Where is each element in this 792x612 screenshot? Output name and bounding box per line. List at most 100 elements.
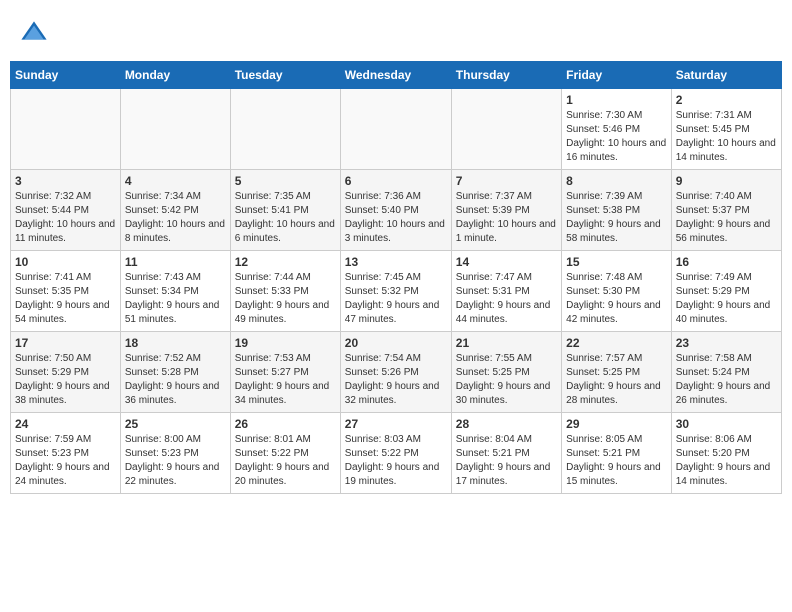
day-number: 19	[235, 336, 336, 350]
day-number: 8	[566, 174, 667, 188]
weekday-header: Saturday	[671, 62, 781, 89]
day-info: Sunrise: 8:04 AM Sunset: 5:21 PM Dayligh…	[456, 433, 557, 489]
weekday-header: Thursday	[451, 62, 561, 89]
calendar-cell: 26 Sunrise: 8:01 AM Sunset: 5:22 PM Dayli…	[230, 413, 340, 494]
day-number: 21	[456, 336, 557, 350]
day-number: 10	[15, 255, 116, 269]
day-number: 3	[15, 174, 116, 188]
calendar-week-row: 3 Sunrise: 7:32 AM Sunset: 5:44 PM Daylig…	[11, 170, 782, 251]
calendar-week-row: 24 Sunrise: 7:59 AM Sunset: 5:23 PM Dayli…	[11, 413, 782, 494]
calendar: SundayMondayTuesdayWednesdayThursdayFrid…	[10, 61, 782, 494]
day-info: Sunrise: 7:47 AM Sunset: 5:31 PM Dayligh…	[456, 271, 557, 327]
day-number: 2	[676, 93, 777, 107]
day-number: 16	[676, 255, 777, 269]
calendar-cell: 23 Sunrise: 7:58 AM Sunset: 5:24 PM Dayli…	[671, 332, 781, 413]
day-info: Sunrise: 8:01 AM Sunset: 5:22 PM Dayligh…	[235, 433, 336, 489]
day-number: 20	[345, 336, 447, 350]
day-number: 15	[566, 255, 667, 269]
logo	[20, 20, 52, 48]
day-info: Sunrise: 8:05 AM Sunset: 5:21 PM Dayligh…	[566, 433, 667, 489]
day-number: 26	[235, 417, 336, 431]
calendar-cell: 3 Sunrise: 7:32 AM Sunset: 5:44 PM Daylig…	[11, 170, 121, 251]
calendar-cell: 8 Sunrise: 7:39 AM Sunset: 5:38 PM Daylig…	[562, 170, 672, 251]
day-info: Sunrise: 7:54 AM Sunset: 5:26 PM Dayligh…	[345, 352, 447, 408]
calendar-cell: 2 Sunrise: 7:31 AM Sunset: 5:45 PM Daylig…	[671, 89, 781, 170]
day-number: 27	[345, 417, 447, 431]
weekday-header: Monday	[120, 62, 230, 89]
calendar-cell: 21 Sunrise: 7:55 AM Sunset: 5:25 PM Dayli…	[451, 332, 561, 413]
calendar-cell	[340, 89, 451, 170]
page-header	[10, 10, 782, 53]
day-info: Sunrise: 7:49 AM Sunset: 5:29 PM Dayligh…	[676, 271, 777, 327]
calendar-cell: 4 Sunrise: 7:34 AM Sunset: 5:42 PM Daylig…	[120, 170, 230, 251]
calendar-cell	[11, 89, 121, 170]
day-number: 23	[676, 336, 777, 350]
calendar-cell: 6Sunrise: 7:36 AM Sunset: 5:40 PM Daylig…	[340, 170, 451, 251]
day-info: Sunrise: 7:30 AM Sunset: 5:46 PM Dayligh…	[566, 109, 667, 165]
day-info: Sunrise: 7:40 AM Sunset: 5:37 PM Dayligh…	[676, 190, 777, 246]
calendar-cell: 25 Sunrise: 8:00 AM Sunset: 5:23 PM Dayli…	[120, 413, 230, 494]
day-info: Sunrise: 7:43 AM Sunset: 5:34 PM Dayligh…	[125, 271, 226, 327]
calendar-cell: 16 Sunrise: 7:49 AM Sunset: 5:29 PM Dayli…	[671, 251, 781, 332]
calendar-cell: 12Sunrise: 7:44 AM Sunset: 5:33 PM Dayli…	[230, 251, 340, 332]
day-info: Sunrise: 7:35 AM Sunset: 5:41 PM Dayligh…	[235, 190, 336, 246]
day-number: 30	[676, 417, 777, 431]
day-number: 17	[15, 336, 116, 350]
day-number: 22	[566, 336, 667, 350]
calendar-cell: 13 Sunrise: 7:45 AM Sunset: 5:32 PM Dayli…	[340, 251, 451, 332]
day-info: Sunrise: 7:31 AM Sunset: 5:45 PM Dayligh…	[676, 109, 777, 165]
calendar-cell: 1 Sunrise: 7:30 AM Sunset: 5:46 PM Daylig…	[562, 89, 672, 170]
weekday-header: Friday	[562, 62, 672, 89]
day-number: 18	[125, 336, 226, 350]
calendar-week-row: 10 Sunrise: 7:41 AM Sunset: 5:35 PM Dayli…	[11, 251, 782, 332]
day-number: 28	[456, 417, 557, 431]
day-info: Sunrise: 7:45 AM Sunset: 5:32 PM Dayligh…	[345, 271, 447, 327]
day-info: Sunrise: 7:34 AM Sunset: 5:42 PM Dayligh…	[125, 190, 226, 246]
day-number: 7	[456, 174, 557, 188]
day-number: 4	[125, 174, 226, 188]
day-number: 14	[456, 255, 557, 269]
calendar-cell: 20 Sunrise: 7:54 AM Sunset: 5:26 PM Dayli…	[340, 332, 451, 413]
weekday-header: Wednesday	[340, 62, 451, 89]
weekday-header: Sunday	[11, 62, 121, 89]
calendar-week-row: 1 Sunrise: 7:30 AM Sunset: 5:46 PM Daylig…	[11, 89, 782, 170]
day-number: 29	[566, 417, 667, 431]
day-info: Sunrise: 7:37 AM Sunset: 5:39 PM Dayligh…	[456, 190, 557, 246]
day-info: Sunrise: 8:00 AM Sunset: 5:23 PM Dayligh…	[125, 433, 226, 489]
calendar-cell: 30 Sunrise: 8:06 AM Sunset: 5:20 PM Dayli…	[671, 413, 781, 494]
calendar-cell	[230, 89, 340, 170]
day-info: Sunrise: 8:03 AM Sunset: 5:22 PM Dayligh…	[345, 433, 447, 489]
calendar-cell: 19Sunrise: 7:53 AM Sunset: 5:27 PM Dayli…	[230, 332, 340, 413]
day-info: Sunrise: 7:50 AM Sunset: 5:29 PM Dayligh…	[15, 352, 116, 408]
calendar-week-row: 17 Sunrise: 7:50 AM Sunset: 5:29 PM Dayli…	[11, 332, 782, 413]
calendar-cell: 9Sunrise: 7:40 AM Sunset: 5:37 PM Daylig…	[671, 170, 781, 251]
weekday-header-row: SundayMondayTuesdayWednesdayThursdayFrid…	[11, 62, 782, 89]
day-info: Sunrise: 7:57 AM Sunset: 5:25 PM Dayligh…	[566, 352, 667, 408]
day-info: Sunrise: 7:44 AM Sunset: 5:33 PM Dayligh…	[235, 271, 336, 327]
day-info: Sunrise: 7:59 AM Sunset: 5:23 PM Dayligh…	[15, 433, 116, 489]
calendar-cell: 7 Sunrise: 7:37 AM Sunset: 5:39 PM Daylig…	[451, 170, 561, 251]
day-number: 5	[235, 174, 336, 188]
day-info: Sunrise: 7:41 AM Sunset: 5:35 PM Dayligh…	[15, 271, 116, 327]
day-number: 24	[15, 417, 116, 431]
day-number: 1	[566, 93, 667, 107]
day-number: 25	[125, 417, 226, 431]
logo-icon	[20, 20, 48, 48]
day-info: Sunrise: 7:39 AM Sunset: 5:38 PM Dayligh…	[566, 190, 667, 246]
calendar-cell: 29 Sunrise: 8:05 AM Sunset: 5:21 PM Dayli…	[562, 413, 672, 494]
calendar-cell: 14 Sunrise: 7:47 AM Sunset: 5:31 PM Dayli…	[451, 251, 561, 332]
calendar-cell: 22 Sunrise: 7:57 AM Sunset: 5:25 PM Dayli…	[562, 332, 672, 413]
day-info: Sunrise: 8:06 AM Sunset: 5:20 PM Dayligh…	[676, 433, 777, 489]
calendar-cell: 28 Sunrise: 8:04 AM Sunset: 5:21 PM Dayli…	[451, 413, 561, 494]
calendar-cell: 24 Sunrise: 7:59 AM Sunset: 5:23 PM Dayli…	[11, 413, 121, 494]
day-number: 13	[345, 255, 447, 269]
day-number: 6	[345, 174, 447, 188]
calendar-cell: 5 Sunrise: 7:35 AM Sunset: 5:41 PM Daylig…	[230, 170, 340, 251]
day-info: Sunrise: 7:32 AM Sunset: 5:44 PM Dayligh…	[15, 190, 116, 246]
day-info: Sunrise: 7:55 AM Sunset: 5:25 PM Dayligh…	[456, 352, 557, 408]
calendar-cell: 27 Sunrise: 8:03 AM Sunset: 5:22 PM Dayli…	[340, 413, 451, 494]
calendar-cell: 18Sunrise: 7:52 AM Sunset: 5:28 PM Dayli…	[120, 332, 230, 413]
day-info: Sunrise: 7:58 AM Sunset: 5:24 PM Dayligh…	[676, 352, 777, 408]
day-info: Sunrise: 7:48 AM Sunset: 5:30 PM Dayligh…	[566, 271, 667, 327]
calendar-cell	[120, 89, 230, 170]
